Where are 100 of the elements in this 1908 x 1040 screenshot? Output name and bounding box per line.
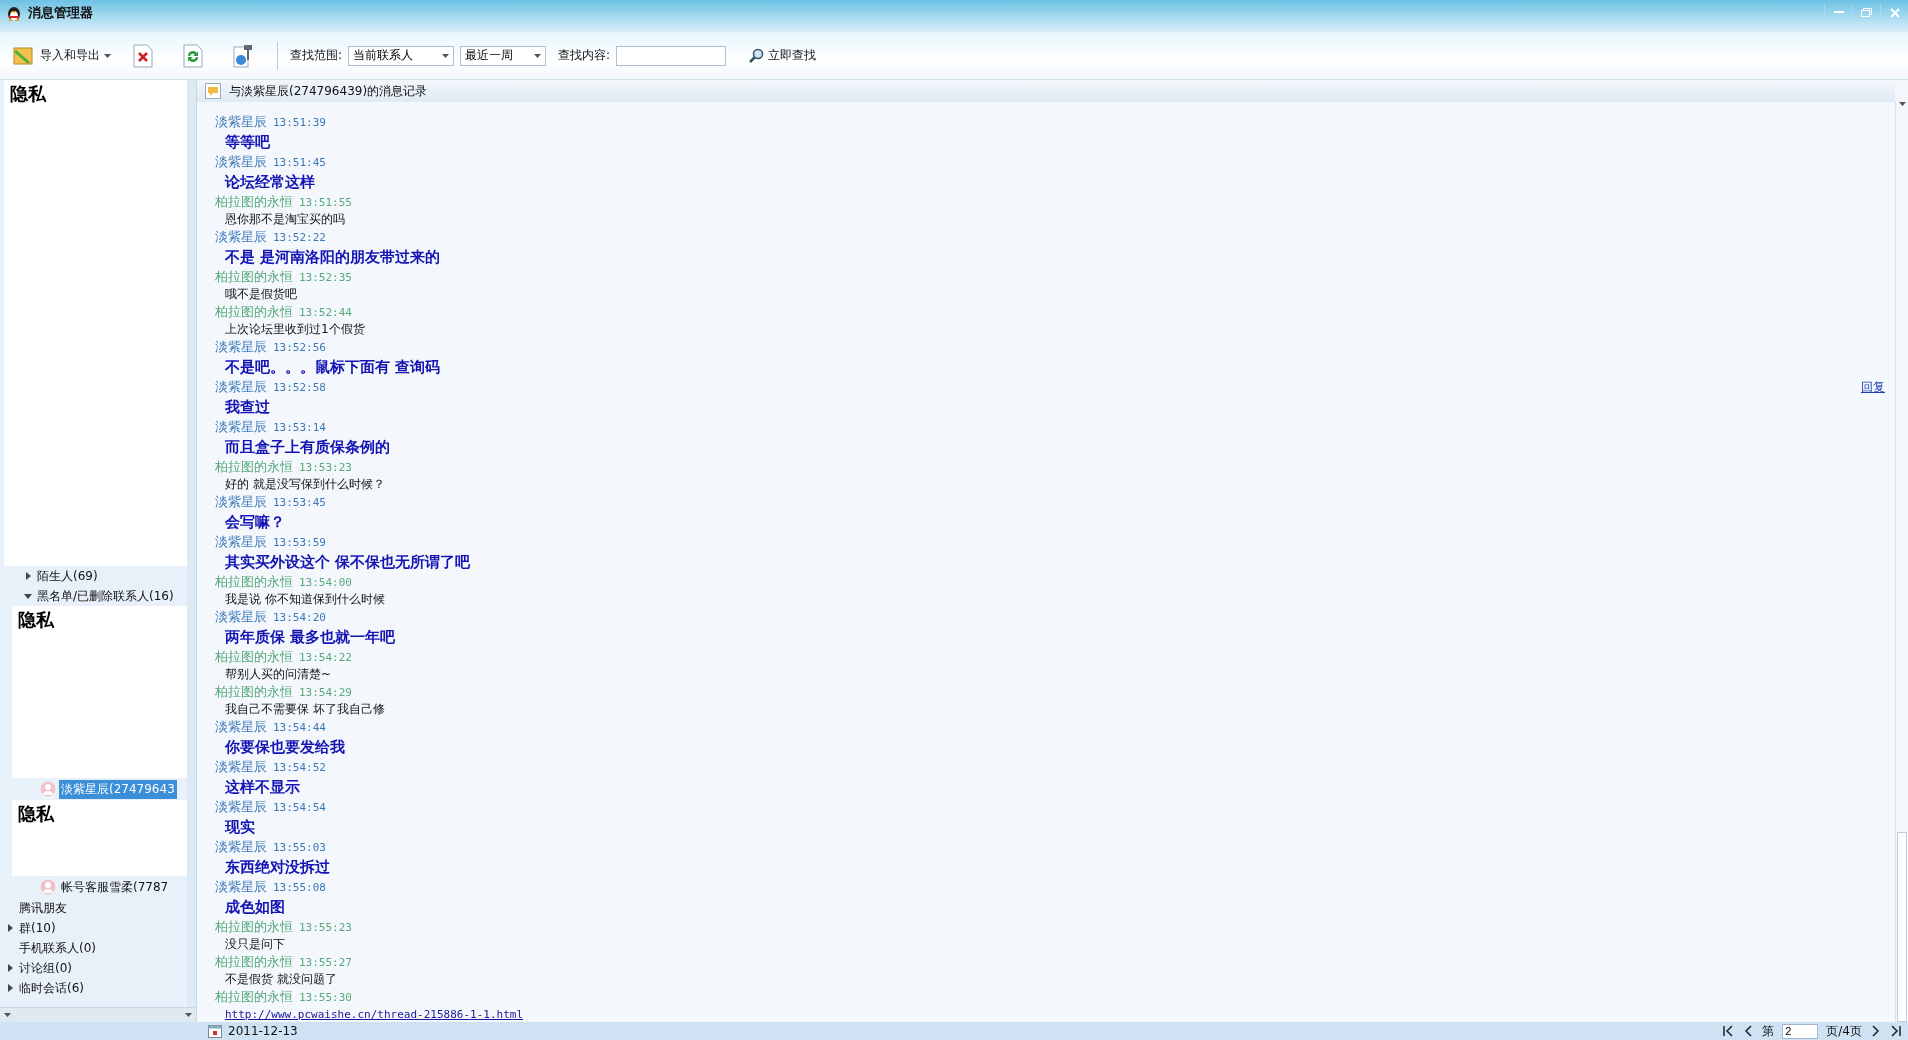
reply-link[interactable]: 回复	[1861, 378, 1885, 396]
message-time: 13:55:30	[299, 990, 352, 1004]
message-text: 哦不是假货吧	[224, 286, 297, 303]
sender-name: 柏拉图的永恒	[215, 684, 293, 700]
message-text: 东西绝对没拆过	[224, 857, 330, 878]
caret-icon	[104, 53, 111, 58]
message-text: 其实买外设这个 保不保也无所谓了吧	[224, 552, 471, 573]
message-time: 13:54:44	[273, 720, 326, 734]
sender-name: 淡紫星辰	[215, 879, 267, 895]
search-field[interactable]	[616, 45, 727, 66]
collapsed-arrow-icon[interactable]	[6, 984, 14, 992]
tree-group[interactable]: 群(10)	[17, 918, 58, 938]
message-text: 没只是问下	[224, 936, 285, 953]
message-time: 13:55:08	[273, 880, 326, 894]
message-link[interactable]: http://www.pcwaishe.cn/thread-215886-1-1.html	[225, 1005, 523, 1022]
dropdown-caret-icon	[534, 53, 542, 58]
next-page-button[interactable]	[1870, 1024, 1882, 1038]
message-text: 我查过	[224, 397, 270, 418]
tools-icon	[231, 42, 255, 69]
privacy-cover: 隐私	[4, 80, 187, 566]
message-time: 13:54:00	[299, 575, 352, 589]
message-text: 不是吧。。。鼠标下面有 查询码	[224, 357, 441, 378]
tree-group[interactable]: 手机联系人(0)	[17, 938, 98, 958]
previous-page-button[interactable]	[1742, 1024, 1755, 1038]
sender-name: 柏拉图的永恒	[215, 459, 293, 475]
message-text: 不是假货 就没问题了	[224, 971, 337, 988]
message-text: 会写嘛？	[224, 512, 285, 533]
sender-name: 淡紫星辰	[215, 229, 267, 245]
message-text: 你要保也要发给我	[223, 737, 345, 758]
message-time: 13:52:58	[273, 380, 326, 394]
collapsed-arrow-icon[interactable]	[24, 572, 32, 580]
message-text: 这样不显示	[224, 777, 300, 798]
period-dropdown[interactable]: 最近一周	[460, 45, 547, 66]
page-prefix: 第	[1762, 1022, 1775, 1040]
message-text: 现实	[223, 817, 255, 838]
message-time: 13:54:54	[273, 800, 326, 814]
message-time: 13:51:45	[273, 155, 326, 169]
collapsed-arrow-icon[interactable]	[6, 964, 14, 972]
date-text: 2011-12-13	[228, 1024, 298, 1038]
conversation-title: 与淡紫星辰(274796439)的消息记录	[229, 82, 428, 100]
collapsed-arrow-icon[interactable]	[6, 924, 14, 932]
tree-group[interactable]: 黑名单/已删除联系人(16)	[35, 586, 176, 606]
privacy-cover: 隐私	[12, 606, 187, 778]
message-text: 我是说 你不知道保到什么时候	[224, 591, 385, 608]
message-text: 而且盒子上有质保条例的	[224, 437, 390, 458]
message-time: 13:54:22	[299, 650, 352, 664]
contact-item[interactable]: 帐号客服雪柔(7787	[59, 877, 171, 897]
content-label: 查找内容:	[558, 47, 611, 64]
tree-group[interactable]: 讨论组(0)	[17, 958, 74, 978]
message-time: 13:55:27	[299, 955, 352, 969]
window-title: 消息管理器	[28, 4, 93, 22]
page-count: 页/4页	[1826, 1022, 1862, 1040]
message-time: 13:54:29	[299, 685, 352, 699]
message-text: 不是 是河南洛阳的朋友带过来的	[224, 247, 441, 268]
page-field[interactable]: 2	[1782, 1023, 1819, 1039]
sender-name: 淡紫星辰	[215, 839, 267, 855]
tree-group[interactable]: 腾讯朋友	[17, 898, 69, 918]
sender-name: 淡紫星辰	[215, 799, 267, 815]
message-time: 13:52:22	[273, 230, 326, 244]
refresh-icon	[182, 43, 204, 68]
scrollbar-thumb[interactable]	[1897, 832, 1907, 1022]
scope-dropdown[interactable]: 当前联系人	[348, 45, 455, 66]
search-button[interactable]: 立即查找	[744, 40, 821, 71]
sender-name: 淡紫星辰	[215, 419, 267, 435]
sender-name: 淡紫星辰	[215, 609, 267, 625]
penguin-icon	[6, 4, 22, 22]
message-text: 论坛经常这样	[223, 172, 315, 193]
message-time: 13:53:14	[273, 420, 326, 434]
chat-icon	[205, 83, 221, 99]
delete-icon	[132, 43, 154, 68]
message-time: 13:54:20	[273, 610, 326, 624]
import-export-button[interactable]: 导入和导出	[8, 40, 115, 71]
message-time: 13:52:44	[299, 305, 352, 319]
message-time: 13:54:52	[273, 760, 326, 774]
message-text: 我自己不需要保 坏了我自己修	[224, 701, 385, 718]
sender-name: 淡紫星辰	[215, 154, 267, 170]
close-icon	[1889, 7, 1900, 18]
sender-name: 柏拉图的永恒	[215, 954, 293, 970]
scrollbar[interactable]	[187, 80, 196, 1007]
message-time: 13:55:23	[299, 920, 352, 934]
dropdown-caret-icon	[442, 53, 450, 58]
restore-icon	[1861, 8, 1872, 17]
sender-name: 淡紫星辰	[215, 114, 267, 130]
message-time: 13:53:45	[273, 495, 326, 509]
last-page-button[interactable]	[1890, 1024, 1902, 1038]
message-text: 成色如图	[224, 897, 285, 918]
first-page-button[interactable]	[1722, 1024, 1735, 1038]
scrollbar[interactable]	[1895, 102, 1908, 1022]
message-time: 13:52:56	[273, 340, 326, 354]
scope-label: 查找范围:	[290, 47, 343, 64]
message-text: 恩你那不是淘宝买的吗	[224, 211, 345, 228]
message-text: 好的 就是没写保到什么时候？	[224, 476, 385, 493]
calendar-icon[interactable]	[208, 1024, 222, 1038]
horizontal-scrollbar[interactable]	[0, 1007, 196, 1022]
sender-name: 淡紫星辰	[215, 494, 267, 510]
expanded-arrow-icon[interactable]	[24, 592, 32, 600]
tree-group[interactable]: 陌生人(69)	[35, 566, 100, 586]
message-text: 等等吧	[224, 132, 270, 153]
tree-group[interactable]: 临时会话(6)	[17, 978, 86, 998]
avatar-icon	[40, 781, 56, 797]
